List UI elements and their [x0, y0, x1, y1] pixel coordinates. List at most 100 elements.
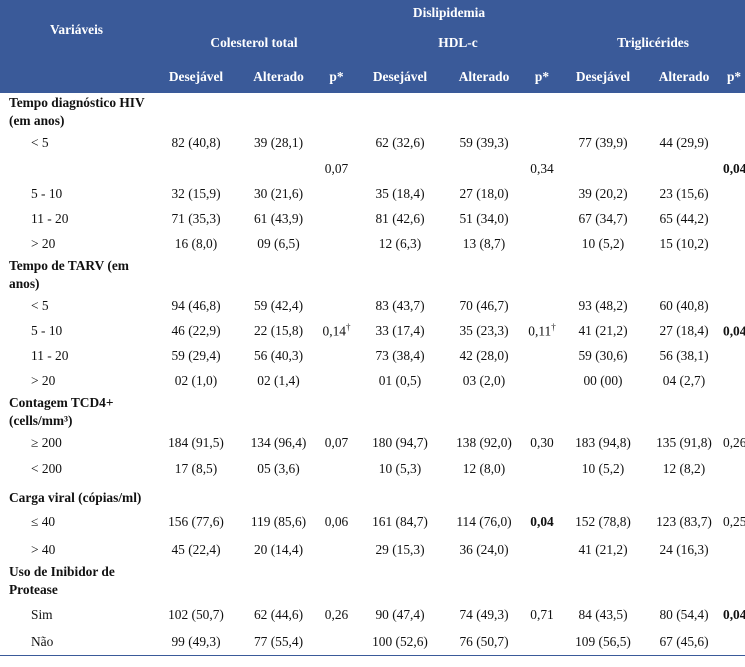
value-cell: 41 (21,2) [561, 318, 645, 343]
p-value-cell [523, 181, 561, 206]
cell-value: 05 (3,6) [257, 460, 300, 476]
value-cell: 42 (28,0) [445, 343, 523, 368]
p-value-cell: 0,14† [318, 318, 355, 343]
cell-value: 09 (6,5) [257, 235, 300, 251]
p-value-cell [723, 181, 745, 206]
value-cell: 10 (5,3) [355, 456, 445, 481]
value-cell: 62 (32,6) [355, 130, 445, 156]
p-value-cell [723, 293, 745, 318]
cell-value: 71 (35,3) [171, 210, 221, 226]
header-row-3: Desejável Alterado p* Desejável Alterado… [0, 60, 745, 93]
value-cell: 01 (0,5) [355, 368, 445, 393]
p-value: 0,30 [530, 435, 554, 450]
section-filler [153, 481, 745, 507]
row-label: < 5 [31, 297, 49, 313]
cell-value: 123 (83,7) [656, 514, 712, 529]
p-value-cell [523, 231, 561, 256]
p-value-cell [723, 343, 745, 368]
subcol-p: p* [726, 68, 742, 84]
section-header-row: Uso de Inibidor de Protease [0, 562, 745, 599]
value-cell: 81 (42,6) [355, 206, 445, 231]
cell-value: 56 (40,3) [253, 347, 304, 363]
cell-value: 67 (34,7) [578, 210, 628, 226]
section-header-row: Tempo diagnóstico HIV (em anos) [0, 93, 745, 130]
p-value-cell [723, 368, 745, 393]
row-label: Não [0, 630, 153, 656]
value-cell: 114 (76,0) [445, 507, 523, 537]
p-value: 0,04 [530, 514, 554, 529]
value-cell: 13 (8,7) [445, 231, 523, 256]
row-label: ≥ 200 [31, 435, 62, 450]
value-cell: 60 (40,8) [645, 293, 723, 318]
table-row: 0,07 0,34 0,04 [0, 156, 745, 181]
p-value: 0,14 [322, 323, 346, 339]
value-cell: 100 (52,6) [355, 630, 445, 656]
header-row-1: Variáveis Dislipidemia [0, 0, 745, 37]
cell-value: 183 (94,8) [575, 435, 631, 450]
value-cell: 67 (34,7) [561, 206, 645, 231]
p-value: 0,11 [528, 323, 552, 339]
cell-value: 00 (00) [583, 372, 623, 388]
cell-value: 29 (15,3) [375, 541, 425, 557]
subcol-p: p* [534, 68, 550, 84]
cell-value: 180 (94,7) [372, 435, 428, 450]
table-row: < 5 82 (40,8) 39 (28,1) 62 (32,6) 59 (39,3) 7… [0, 130, 745, 156]
table-row: Sim 102 (50,7) 62 (44,6) 0,26 90 (47,4) 74 (4… [0, 599, 745, 630]
cell-value: 39 (20,2) [578, 185, 628, 201]
cell-value: 60 (40,8) [659, 297, 709, 313]
value-cell [355, 156, 445, 181]
cell-value: 138 (92,0) [456, 435, 512, 450]
subcol-alterado: Alterado [658, 68, 710, 84]
group-colesterol-total: Colesterol total [210, 35, 298, 50]
table-row: > 20 16 (8,0) 09 (6,5) 12 (6,3) 13 (8,7) 10 (… [0, 231, 745, 256]
value-cell: 15 (10,2) [645, 231, 723, 256]
subcol-desejavel: Desejável [575, 68, 631, 84]
cell-value: 27 (18,4) [659, 322, 709, 338]
value-cell: 94 (46,8) [153, 293, 239, 318]
value-cell: 03 (2,0) [445, 368, 523, 393]
value-cell: 77 (55,4) [239, 630, 318, 656]
p-value: 0,04 [723, 160, 745, 176]
value-cell: 39 (20,2) [561, 181, 645, 206]
blank-header [0, 60, 153, 93]
p-value-cell [318, 206, 355, 231]
p-value-cell: 0,30 [523, 430, 561, 456]
value-cell: 17 (8,5) [153, 456, 239, 481]
cell-value: 04 (2,7) [662, 372, 706, 388]
value-cell: 02 (1,4) [239, 368, 318, 393]
p-value-cell [523, 343, 561, 368]
value-cell: 12 (8,2) [645, 456, 723, 481]
cell-value: 12 (8,0) [462, 460, 506, 476]
p-value-cell: 0,34 [523, 156, 561, 181]
p-value-cell [723, 130, 745, 156]
table-row: 11 - 20 71 (35,3) 61 (43,9) 81 (42,6) 51 (34… [0, 206, 745, 231]
value-cell: 73 (38,4) [355, 343, 445, 368]
value-cell: 32 (15,9) [153, 181, 239, 206]
cell-value: 59 (42,4) [253, 297, 304, 313]
table-row: < 200 17 (8,5) 05 (3,6) 10 (5,3) 12 (8,0) 10 … [0, 456, 745, 481]
value-cell: 12 (6,3) [355, 231, 445, 256]
cell-value: 42 (28,0) [459, 347, 509, 363]
value-cell: 04 (2,7) [645, 368, 723, 393]
value-cell: 24 (16,3) [645, 537, 723, 562]
value-cell: 77 (39,9) [561, 130, 645, 156]
value-cell: 134 (96,4) [239, 430, 318, 456]
cell-value: 23 (15,6) [659, 185, 709, 201]
p-value-cell [523, 456, 561, 481]
section-title: Carga viral (cópias/ml) [9, 490, 142, 505]
value-cell: 27 (18,4) [645, 318, 723, 343]
value-cell: 56 (38,1) [645, 343, 723, 368]
p-value-cell [318, 343, 355, 368]
cell-value: 15 (10,2) [659, 235, 709, 251]
p-value-cell [523, 368, 561, 393]
value-cell: 65 (44,2) [645, 206, 723, 231]
cell-value: 59 (39,3) [459, 135, 509, 150]
p-value-cell [723, 206, 745, 231]
p-value: 0,07 [324, 435, 349, 450]
section-header-row: Contagem TCD4+ (cells/mm³) [0, 393, 745, 430]
value-cell: 59 (39,3) [445, 130, 523, 156]
p-value-cell: 0,06 [318, 507, 355, 537]
row-label: ≤ 40 [31, 514, 56, 529]
p-value-cell [523, 537, 561, 562]
p-value-cell: 0,04 [523, 507, 561, 537]
